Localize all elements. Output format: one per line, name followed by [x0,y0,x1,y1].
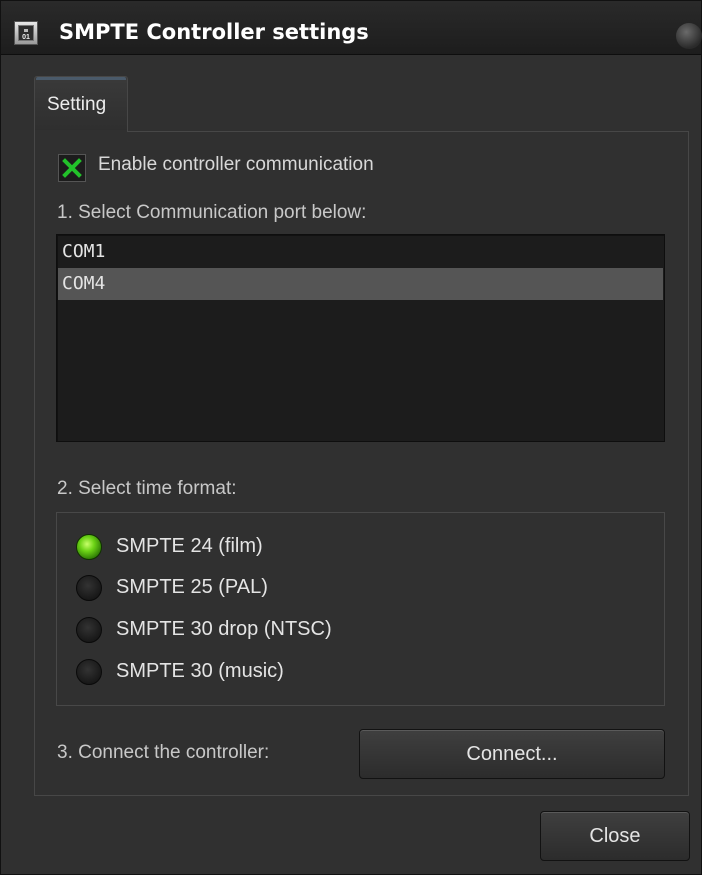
settings-dialog: 01 SMPTE Controller settings Setting Ena… [0,0,702,875]
enable-communication-label[interactable]: Enable controller communication [98,154,374,176]
radio-label[interactable]: SMPTE 30 (music) [116,660,284,683]
radio-off-icon[interactable] [76,659,102,685]
radio-label[interactable]: SMPTE 30 drop (NTSC) [116,618,332,641]
radio-label[interactable]: SMPTE 25 (PAL) [116,576,268,599]
list-item-com4[interactable]: COM4 [58,268,663,300]
window-knob-icon [676,23,702,49]
window-title: SMPTE Controller settings [59,20,369,44]
radio-off-icon[interactable] [76,575,102,601]
port-list[interactable]: COM1 COM4 [56,234,665,442]
select-format-label: 2. Select time format: [57,478,237,499]
connect-button[interactable]: Connect... [359,729,665,779]
enable-communication-checkbox[interactable] [58,154,86,182]
x-check-icon [62,158,82,178]
select-port-label: 1. Select Communication port below: [57,202,367,223]
connect-label: 3. Connect the controller: [57,742,270,763]
radio-on-icon[interactable] [76,534,102,560]
close-button[interactable]: Close [540,811,690,861]
list-item-com1[interactable]: COM1 [58,236,663,268]
radio-off-icon[interactable] [76,617,102,643]
radio-label[interactable]: SMPTE 24 (film) [116,535,263,558]
title-bar[interactable]: 01 SMPTE Controller settings [1,1,702,55]
tab-setting[interactable]: Setting [34,76,128,132]
tab-label: Setting [47,94,107,115]
clock-display-icon: 01 [14,21,38,45]
